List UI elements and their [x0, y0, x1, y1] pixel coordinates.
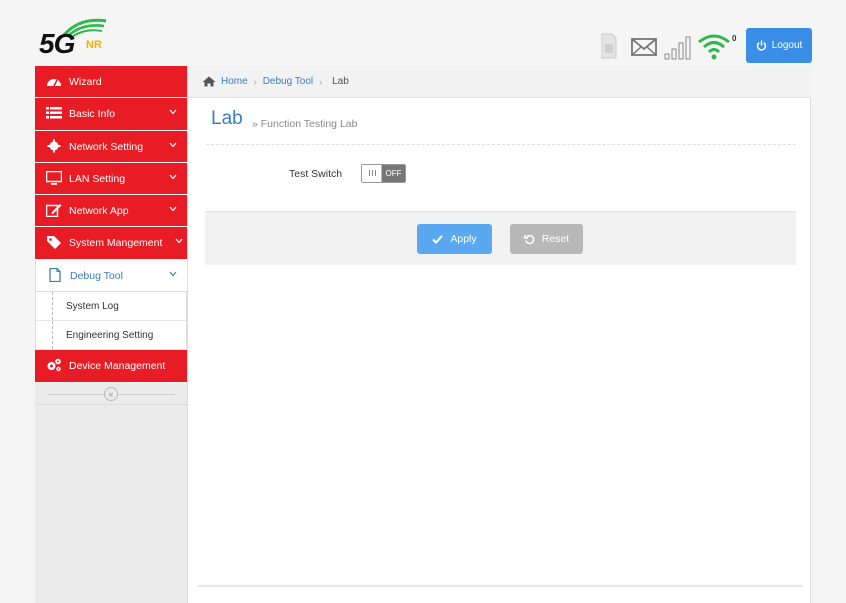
chevron-down-icon [169, 271, 177, 277]
reset-label: Reset [541, 233, 570, 245]
sidebar-item-network-setting[interactable]: Network Setting [35, 131, 187, 163]
sidebar-item-label: Network Setting [69, 140, 144, 153]
test-switch-label: Test Switch [289, 168, 343, 180]
switch-knob [362, 165, 382, 182]
main-content: Home › Debug Tool › Lab Lab » Function T… [188, 66, 811, 603]
gear-icon [47, 139, 61, 153]
chevron-down-icon [169, 174, 177, 180]
sidebar-item-network-app[interactable]: Network App [35, 195, 187, 227]
sidebar-item-wizard[interactable]: Wizard [35, 66, 187, 98]
sidebar-item-debug-tool[interactable]: Debug Tool [35, 260, 187, 292]
sidebar-item-label: Wizard [69, 75, 102, 88]
sidebar-item-lan-setting[interactable]: LAN Setting [35, 163, 187, 195]
sidebar-item-label: Basic Info [69, 108, 116, 120]
breadcrumb-debug-tool-link[interactable]: Debug Tool [263, 76, 313, 87]
breadcrumb-current: Lab [332, 76, 349, 87]
header: 5G NR 0 Logout [0, 0, 846, 66]
logout-button[interactable]: Logout [746, 28, 812, 63]
home-icon [202, 76, 216, 87]
logo-text: 5G [39, 28, 75, 59]
undo-icon [523, 234, 535, 244]
sidebar-collapse-row: « [35, 383, 187, 405]
sub-item-label: Engineering Setting [66, 329, 154, 341]
sidebar-item-device-management[interactable]: Device Management [35, 350, 187, 383]
breadcrumb-separator: › [319, 76, 323, 87]
logo: 5G NR [38, 15, 110, 59]
sidebar-item-label: Debug Tool [70, 269, 123, 282]
divider [206, 144, 796, 145]
chevron-down-icon [169, 206, 177, 212]
power-icon [756, 40, 766, 51]
test-switch-toggle[interactable]: OFF [361, 164, 406, 183]
reset-button[interactable]: Reset [510, 224, 583, 254]
apply-label: Apply [450, 233, 477, 245]
chevron-down-icon [169, 142, 177, 148]
sim-icon[interactable] [600, 32, 618, 60]
sub-item-system-log[interactable]: System Log [36, 292, 186, 321]
document-icon [49, 268, 61, 282]
logout-label: Logout [771, 40, 803, 51]
page-title: Lab [211, 108, 243, 129]
check-icon [432, 234, 444, 244]
button-bar: Apply Reset [205, 211, 796, 265]
sidebar: Wizard Basic Info Network Setting LAN Se… [35, 66, 188, 603]
apply-button[interactable]: Apply [417, 224, 492, 254]
switch-state-label: OFF [382, 165, 405, 182]
edit-icon [46, 204, 62, 217]
page-subtitle: » Function Testing Lab [252, 118, 358, 130]
sidebar-item-label: Network App [69, 204, 129, 217]
sidebar-item-label: System Mangement [69, 237, 163, 249]
breadcrumb: Home › Debug Tool › Lab [188, 66, 811, 98]
logo-nr: NR [86, 39, 102, 51]
sidebar-item-system-mangement[interactable]: System Mangement [35, 227, 187, 260]
sidebar-item-label: LAN Setting [69, 172, 126, 185]
breadcrumb-separator: › [253, 76, 257, 87]
chevron-down-icon [175, 238, 183, 244]
chevron-down-icon [169, 109, 177, 115]
wifi-icon[interactable] [697, 32, 731, 60]
collapse-sidebar-button[interactable]: « [104, 387, 118, 401]
breadcrumb-home-link[interactable]: Home [221, 76, 248, 87]
debug-tool-submenu: System Log Engineering Setting [35, 292, 187, 350]
sidebar-item-label: Device Management [69, 360, 166, 372]
gears-icon [47, 358, 61, 372]
signal-icon [664, 36, 691, 60]
tag-icon [47, 236, 61, 249]
sub-item-engineering-setting[interactable]: Engineering Setting [36, 321, 186, 350]
sub-item-label: System Log [66, 300, 119, 312]
double-chevron-left-icon: « [108, 389, 114, 399]
monitor-icon [46, 171, 62, 185]
divider [198, 585, 803, 587]
list-icon [46, 107, 62, 119]
mail-icon[interactable] [631, 38, 657, 56]
sidebar-item-basic-info[interactable]: Basic Info [35, 98, 187, 131]
wifi-count: 0 [732, 34, 737, 43]
dashboard-icon [47, 79, 61, 87]
